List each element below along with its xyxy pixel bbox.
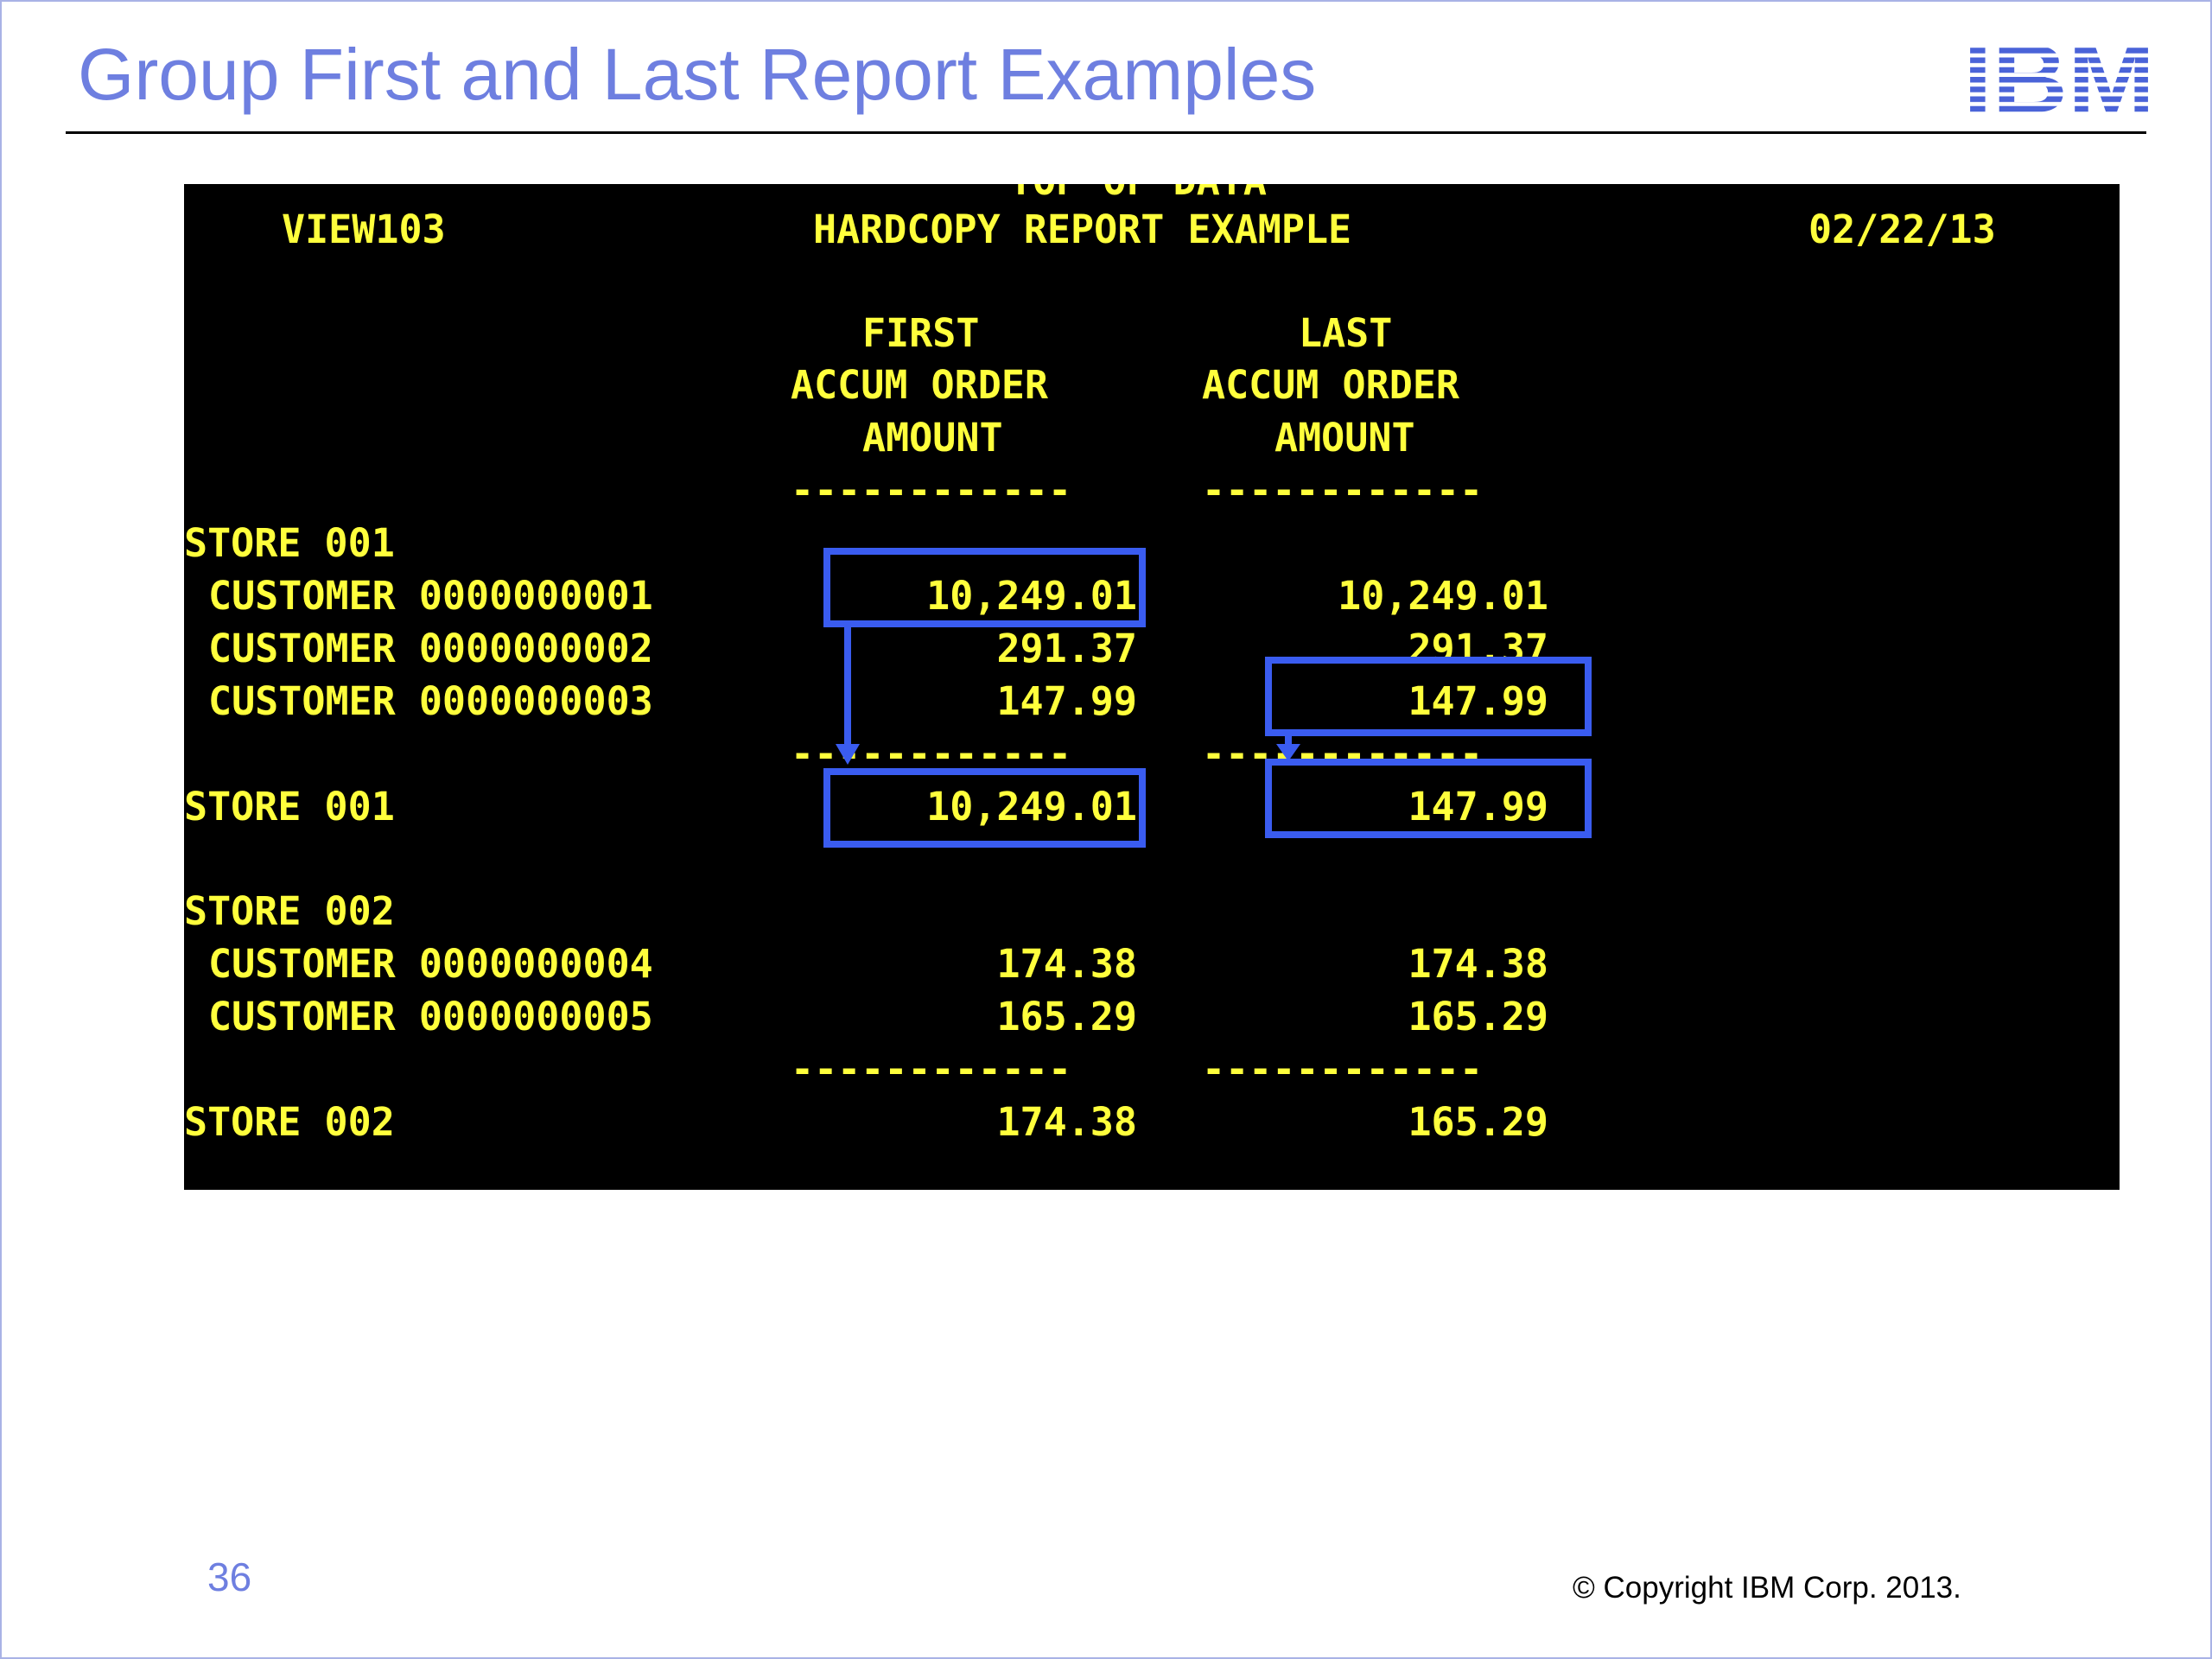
- first-col-header-1: FIRST: [862, 310, 980, 356]
- last-col-header-2: ACCUM ORDER: [1202, 362, 1460, 408]
- report-date: 02/22/13: [1808, 207, 1996, 252]
- row-label: CUSTOMER 0000000004: [208, 941, 653, 987]
- row-first-value: 174.38: [996, 941, 1137, 987]
- group-total-last: 147.99: [1408, 784, 1548, 830]
- group-separator-first: ------------: [791, 1046, 1072, 1092]
- slide-title: Group First and Last Report Examples: [78, 34, 1317, 115]
- group-total-label: STORE 001: [184, 784, 395, 830]
- row-first-value: 291.37: [996, 626, 1137, 671]
- row-last-value: 291.37: [1408, 626, 1548, 671]
- group-separator-first: ------------: [791, 731, 1072, 777]
- row-label: CUSTOMER 0000000003: [208, 678, 653, 724]
- group-header: STORE 001: [184, 520, 395, 566]
- last-col-header-3: AMOUNT: [1274, 415, 1415, 461]
- group-total-last: 165.29: [1408, 1099, 1548, 1145]
- row-last-value: 165.29: [1408, 994, 1548, 1039]
- group-total-first: 174.38: [996, 1099, 1137, 1145]
- first-col-header-2: ACCUM ORDER: [791, 362, 1049, 408]
- header-separator-first: ------------: [791, 467, 1072, 513]
- svg-text:IBM: IBM: [1963, 38, 2155, 116]
- row-last-value: 10,249.01: [1338, 573, 1548, 619]
- row-label: CUSTOMER 0000000002: [208, 626, 653, 671]
- report-screen: TOP OF DATA VIEW103 HARDCOPY REPORT EXAM…: [184, 184, 2120, 1190]
- copyright-notice: © Copyright IBM Corp. 2013.: [1573, 1571, 1961, 1605]
- row-last-value: 174.38: [1408, 941, 1548, 987]
- row-last-value: 147.99: [1408, 678, 1548, 724]
- view-id: VIEW103: [282, 207, 446, 252]
- row-first-value: 165.29: [996, 994, 1137, 1039]
- top-of-data-fragment: TOP OF DATA: [1009, 184, 1267, 200]
- group-header: STORE 002: [184, 888, 395, 934]
- row-label: CUSTOMER 0000000005: [208, 994, 653, 1039]
- group-total-first: 10,249.01: [926, 784, 1137, 830]
- group-separator-last: ------------: [1202, 1046, 1484, 1092]
- row-first-value: 147.99: [996, 678, 1137, 724]
- report-title: HARDCOPY REPORT EXAMPLE: [813, 207, 1352, 252]
- group-separator-last: ------------: [1202, 731, 1484, 777]
- ibm-logo: IBM: [1963, 38, 2155, 116]
- first-col-header-3: AMOUNT: [862, 415, 1003, 461]
- group-total-label: STORE 002: [184, 1099, 395, 1145]
- header-separator-last: ------------: [1202, 467, 1484, 513]
- row-label: CUSTOMER 0000000001: [208, 573, 653, 619]
- title-rule: [66, 131, 2146, 134]
- page-number: 36: [207, 1554, 252, 1599]
- row-first-value: 10,249.01: [926, 573, 1137, 619]
- last-col-header-1: LAST: [1299, 310, 1393, 356]
